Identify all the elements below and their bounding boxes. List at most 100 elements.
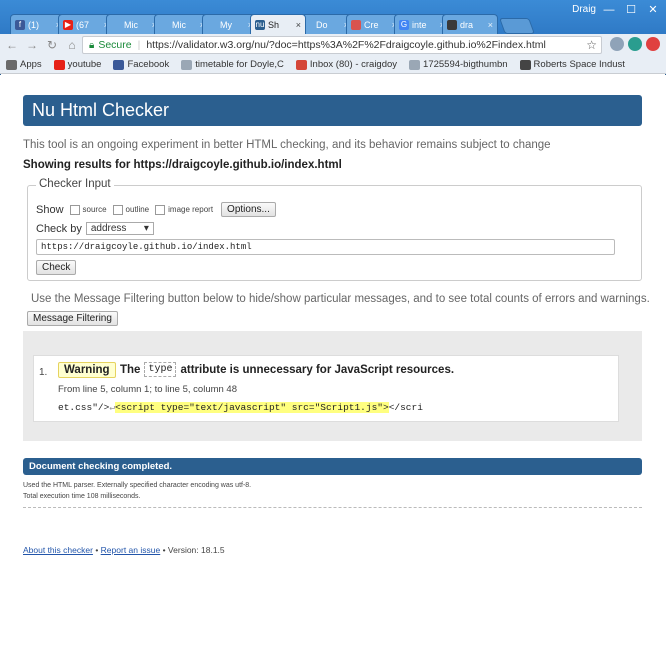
address-bar[interactable]: 🔒︎ Secure | https://validator.w3.org/nu/… bbox=[82, 36, 602, 54]
browser-tab[interactable]: nu Sh × bbox=[250, 14, 306, 34]
address-separator: | bbox=[137, 39, 141, 51]
tab-title: dra bbox=[460, 19, 474, 30]
profile-name[interactable]: Draig bbox=[572, 4, 596, 15]
bookmark-label: 1725594-bigthumbn bbox=[423, 59, 508, 70]
message-text-after: attribute is unnecessary for JavaScript … bbox=[180, 363, 455, 376]
bookmarks-bar: Apps youtube Facebook timetable for Doyle,C… bbox=[0, 56, 666, 74]
report-issue-link[interactable]: Report an issue bbox=[101, 545, 161, 555]
bookmark-icon bbox=[295, 59, 307, 70]
reload-icon[interactable]: ↻ bbox=[44, 38, 60, 52]
tab-title: (1) bbox=[28, 19, 39, 30]
maximize-button[interactable]: ☐ bbox=[620, 2, 642, 18]
title-bar: f(1)×▶(67×Mic×Mic×My×nuSh×Do×Cre×Ginte×d… bbox=[0, 0, 666, 34]
message-extract: et.css"/>↵<script type="text/javascript"… bbox=[58, 402, 423, 413]
image-report-checkbox[interactable] bbox=[155, 204, 166, 215]
tab-favicon-icon bbox=[351, 19, 361, 30]
results-heading: Showing results for https://draigcoyle.g… bbox=[23, 159, 342, 171]
page-header: Nu Html Checker bbox=[23, 95, 642, 126]
bookmark-label: Inbox (80) - craigdoy bbox=[309, 59, 398, 70]
message-text-before: The bbox=[120, 363, 141, 376]
page-footer: About this checker • Report an issue • V… bbox=[23, 545, 225, 555]
bookmark-label: Roberts Space Indust bbox=[533, 59, 625, 70]
extension-icon[interactable] bbox=[646, 37, 660, 51]
browser-tab[interactable]: dra × bbox=[442, 14, 498, 34]
tab-favicon-icon bbox=[159, 19, 169, 30]
bookmark-item[interactable]: Inbox (80) - craigdoy bbox=[295, 59, 398, 70]
check-button[interactable]: Check bbox=[36, 260, 77, 275]
message-number: 1. bbox=[39, 367, 48, 378]
home-icon[interactable]: ⌂ bbox=[64, 38, 80, 52]
tab-close-icon[interactable]: × bbox=[488, 20, 493, 30]
new-tab-button[interactable] bbox=[499, 18, 535, 34]
show-label: Show bbox=[36, 203, 64, 216]
bookmark-star-icon[interactable]: ☆ bbox=[586, 38, 597, 52]
bookmark-icon bbox=[519, 59, 531, 70]
version-text: • Version: 18.1.5 bbox=[162, 545, 225, 555]
extract-after: </scri bbox=[388, 402, 423, 413]
fieldset-legend: Checker Input bbox=[36, 178, 114, 190]
message-location[interactable]: From line 5, column 1; to line 5, column… bbox=[58, 384, 237, 395]
outline-checkbox-label: outline bbox=[125, 205, 150, 214]
source-checkbox-label: source bbox=[82, 205, 107, 214]
bookmark-item[interactable]: Facebook bbox=[113, 59, 169, 70]
tab-favicon-icon: ▶ bbox=[63, 19, 73, 30]
minimize-button[interactable]: — bbox=[598, 2, 620, 18]
browser-toolbar: ← → ↻ ⌂ 🔒︎ Secure | https://validator.w3… bbox=[0, 34, 666, 56]
tab-strip: f(1)×▶(67×Mic×Mic×My×nuSh×Do×Cre×Ginte×d… bbox=[10, 14, 535, 34]
show-row: Show source outline image report Options… bbox=[36, 202, 276, 217]
document-url-input[interactable]: https://draigcoyle.github.io/index.html bbox=[36, 239, 615, 255]
options-button[interactable]: Options... bbox=[221, 202, 276, 217]
bookmark-item[interactable]: 1725594-bigthumbn bbox=[409, 59, 508, 70]
message-item: 1. Warning The type attribute is unneces… bbox=[33, 355, 619, 422]
source-checkbox[interactable] bbox=[69, 204, 80, 215]
tab-title: Mic bbox=[172, 19, 186, 30]
extension-icon[interactable] bbox=[628, 37, 642, 51]
check-by-value: address bbox=[90, 223, 127, 234]
about-link[interactable]: About this checker bbox=[23, 545, 93, 555]
tab-title: Mic bbox=[124, 19, 138, 30]
check-by-row: Check by address ▾ bbox=[36, 222, 154, 235]
bookmark-icon bbox=[53, 59, 65, 70]
close-window-button[interactable]: ✕ bbox=[642, 2, 664, 18]
divider bbox=[23, 507, 642, 508]
image-report-checkbox-label: image report bbox=[168, 205, 214, 214]
check-details: Used the HTML parser. Externally specifi… bbox=[23, 480, 251, 502]
tab-favicon-icon: nu bbox=[255, 19, 265, 30]
address-url[interactable]: https://validator.w3.org/nu/?doc=https%3… bbox=[146, 39, 546, 51]
tab-close-icon[interactable]: × bbox=[296, 20, 301, 30]
footer-bullet: • bbox=[95, 545, 99, 555]
bookmark-item[interactable]: Roberts Space Indust bbox=[519, 59, 625, 70]
message-code: type bbox=[144, 362, 177, 377]
messages-area: 1. Warning The type attribute is unneces… bbox=[23, 331, 642, 441]
tab-title: Sh bbox=[268, 19, 280, 30]
tab-title: Cre bbox=[364, 19, 379, 30]
bookmark-item[interactable]: youtube bbox=[53, 59, 101, 70]
bookmark-label: Facebook bbox=[127, 59, 170, 70]
forward-icon[interactable]: → bbox=[24, 38, 40, 52]
tab-favicon-icon bbox=[111, 19, 121, 30]
dropdown-arrow-icon: ▾ bbox=[143, 223, 149, 234]
lock-icon: 🔒︎ bbox=[89, 39, 95, 51]
bookmark-label: timetable for Doyle,C bbox=[195, 59, 284, 70]
message-text: The type attribute is unnecessary for Ja… bbox=[120, 362, 454, 377]
bookmark-item[interactable]: timetable for Doyle,C bbox=[181, 59, 284, 70]
tab-favicon-icon bbox=[207, 19, 217, 30]
outline-checkbox[interactable] bbox=[112, 204, 123, 215]
check-by-select[interactable]: address ▾ bbox=[85, 222, 154, 235]
extract-highlight: <script type="text/javascript" src="Scri… bbox=[115, 402, 389, 413]
page-content: Nu Html Checker This tool is an ongoing … bbox=[0, 75, 666, 655]
message-filtering-button[interactable]: Message Filtering bbox=[27, 311, 118, 326]
bookmark-icon bbox=[409, 59, 421, 70]
bookmark-item[interactable]: Apps bbox=[6, 59, 42, 70]
parser-info: Used the HTML parser. Externally specifi… bbox=[23, 482, 252, 489]
page-title: Nu Html Checker bbox=[32, 100, 170, 120]
back-icon[interactable]: ← bbox=[4, 38, 20, 52]
extension-icon[interactable] bbox=[610, 37, 624, 51]
filter-instructions: Use the Message Filtering button below t… bbox=[31, 293, 650, 305]
bookmark-icon bbox=[6, 59, 17, 70]
completion-banner: Document checking completed. bbox=[23, 458, 642, 475]
tab-title: Do bbox=[316, 19, 328, 30]
bookmark-icon bbox=[113, 59, 125, 70]
checker-input-fieldset: Checker Input Show source outline image … bbox=[27, 178, 642, 281]
execution-time: Total execution time 108 milliseconds. bbox=[23, 493, 141, 500]
